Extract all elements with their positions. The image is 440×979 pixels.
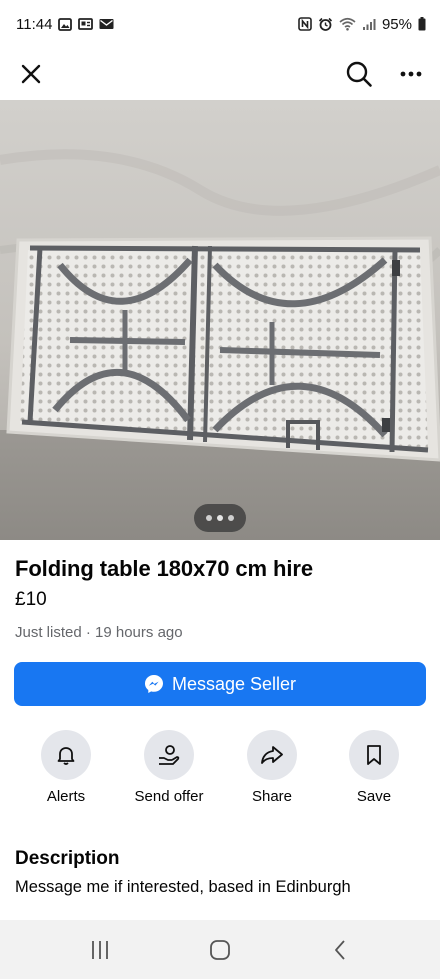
save-button[interactable]: Save [324, 730, 424, 805]
mail-icon [99, 18, 114, 30]
back-icon [335, 939, 345, 960]
description-heading: Description [15, 848, 120, 869]
news-icon [78, 18, 94, 30]
search-icon [346, 61, 372, 87]
top-nav [0, 48, 440, 100]
wifi-icon [339, 17, 356, 31]
listing-price: £10 [15, 589, 47, 610]
send-offer-button[interactable]: Send offer [119, 730, 219, 805]
offer-icon [159, 745, 180, 765]
bookmark-icon [367, 745, 381, 765]
gallery-icon [58, 17, 73, 31]
close-icon [21, 64, 41, 84]
send-offer-circle [144, 730, 194, 780]
alerts-circle [41, 730, 91, 780]
close-button[interactable] [16, 59, 46, 89]
home-icon [210, 939, 230, 960]
battery-percent: 95% [381, 15, 412, 33]
more-button[interactable] [396, 59, 426, 89]
pager-dot [206, 515, 212, 521]
share-icon [261, 746, 283, 764]
pager-dot [228, 515, 234, 521]
home-button[interactable] [190, 930, 250, 970]
share-button[interactable]: Share [222, 730, 322, 805]
pager-dot [217, 515, 223, 521]
message-seller-label: Message Seller [171, 673, 297, 694]
status-bar: 11:44 95% [0, 0, 440, 48]
bell-icon [57, 747, 75, 765]
status-right: 95% [298, 16, 426, 33]
system-nav-bar [0, 920, 440, 979]
search-button[interactable] [344, 59, 374, 89]
more-icon [400, 71, 422, 77]
recents-icon [92, 940, 108, 959]
message-seller-button[interactable]: Message Seller [14, 662, 426, 706]
alerts-label: Alerts [46, 788, 86, 805]
product-image[interactable] [0, 100, 440, 540]
save-label: Save [356, 788, 392, 805]
nav-actions [344, 59, 426, 89]
description-text: Message me if interested, based in Edinb… [15, 878, 351, 896]
nfc-icon [298, 17, 312, 31]
alarm-icon [318, 17, 333, 32]
send-offer-label: Send offer [134, 788, 204, 805]
battery-icon [418, 17, 426, 31]
messenger-icon [144, 675, 163, 693]
save-circle [349, 730, 399, 780]
image-pager[interactable] [194, 504, 246, 532]
alerts-button[interactable]: Alerts [16, 730, 116, 805]
share-label: Share [251, 788, 293, 805]
back-button[interactable] [310, 930, 370, 970]
folding-table-photo [0, 100, 440, 540]
share-circle [247, 730, 297, 780]
status-left: 11:44 [16, 16, 114, 33]
recents-button[interactable] [70, 930, 130, 970]
signal-icon [362, 18, 376, 31]
listing-title: Folding table 180x70 cm hire [15, 556, 313, 581]
listing-meta: Just listed · 19 hours ago [15, 624, 183, 641]
action-row: Alerts Send offer Share Save [0, 730, 440, 810]
clock: 11:44 [16, 15, 53, 33]
